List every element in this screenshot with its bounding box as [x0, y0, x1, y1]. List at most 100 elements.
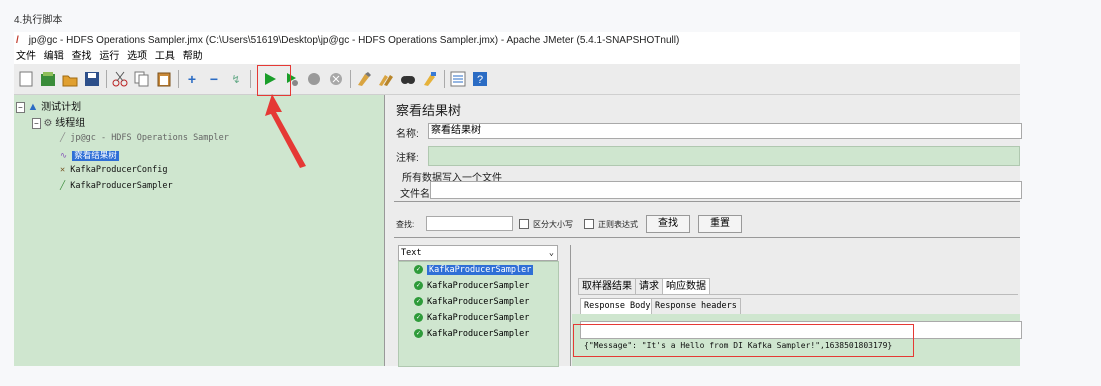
- collapse-toggle-icon[interactable]: −: [16, 102, 25, 113]
- paste-icon[interactable]: [154, 69, 174, 89]
- name-label: 名称:: [396, 129, 419, 140]
- menu-search[interactable]: 查找: [72, 51, 92, 62]
- toolbar-separator: [444, 70, 445, 88]
- save-icon[interactable]: [82, 69, 102, 89]
- toolbar-separator: [106, 70, 107, 88]
- clear-icon[interactable]: [354, 69, 374, 89]
- search-input[interactable]: [426, 216, 513, 231]
- splitter-divider[interactable]: [394, 201, 1020, 202]
- tree-node-kafka-config[interactable]: ✕ KafkaProducerConfig: [60, 165, 167, 175]
- window-title: jp@gc - HDFS Operations Sampler.jmx (C:\…: [28, 35, 680, 46]
- menu-run[interactable]: 运行: [99, 51, 119, 62]
- sampler-pen-icon: ╱: [60, 133, 66, 143]
- find-button[interactable]: 查找: [646, 215, 690, 233]
- reset-button[interactable]: 重置: [698, 215, 742, 233]
- listener-chart-icon: ∿: [60, 151, 68, 161]
- shutdown-icon[interactable]: [326, 69, 346, 89]
- tree-node-thread-group[interactable]: − ⚙ 线程组: [32, 114, 85, 129]
- result-item[interactable]: ✓ KafkaProducerSampler: [414, 297, 529, 307]
- comment-label: 注释:: [396, 153, 419, 164]
- name-field[interactable]: 察看结果树: [428, 123, 1022, 139]
- renderer-select[interactable]: Text ⌄: [398, 245, 558, 261]
- search-label: 查找:: [396, 220, 415, 229]
- jmeter-window: / jp@gc - HDFS Operations Sampler.jmx (C…: [14, 32, 1022, 367]
- tree-label: KafkaProducerSampler: [70, 181, 173, 191]
- stop-icon[interactable]: [304, 69, 324, 89]
- collapse-icon[interactable]: −: [204, 69, 224, 89]
- result-item[interactable]: ✓ KafkaProducerSampler: [414, 329, 529, 339]
- title-bar: / jp@gc - HDFS Operations Sampler.jmx (C…: [14, 32, 1020, 50]
- tree-node-test-plan[interactable]: − ▲ 测试计划: [16, 98, 81, 113]
- step-caption: 4.执行脚本: [14, 15, 63, 26]
- response-subtabs: Response Body Response headers: [580, 298, 880, 314]
- success-check-icon: ✓: [414, 313, 423, 322]
- gear-icon: ⚙: [43, 118, 53, 129]
- reset-search-icon[interactable]: [420, 69, 440, 89]
- start-highlight-box: [257, 65, 291, 96]
- response-highlight-box: [573, 324, 914, 357]
- case-sensitive-checkbox[interactable]: [519, 219, 529, 229]
- svg-text:?: ?: [477, 74, 483, 86]
- menu-tools[interactable]: 工具: [155, 51, 175, 62]
- tree-node-hdfs-sampler[interactable]: ╱ jp@gc - HDFS Operations Sampler: [60, 133, 229, 143]
- menu-options[interactable]: 选项: [127, 51, 147, 62]
- result-item[interactable]: ✓ KafkaProducerSampler: [414, 313, 529, 323]
- tree-label: jp@gc - HDFS Operations Sampler: [70, 133, 229, 143]
- result-item[interactable]: ✓ KafkaProducerSampler: [414, 281, 529, 291]
- menu-file[interactable]: 文件: [16, 51, 36, 62]
- subtab-response-body[interactable]: Response Body: [580, 298, 655, 314]
- chevron-down-icon: ⌄: [548, 248, 554, 258]
- test-plan-tree: − ▲ 测试计划 − ⚙ 线程组 ╱ jp@gc - HDFS Operatio…: [14, 95, 385, 366]
- result-item[interactable]: ✓ KafkaProducerSampler: [414, 265, 534, 275]
- menu-help[interactable]: 帮助: [183, 51, 203, 62]
- filename-input[interactable]: [430, 181, 1022, 199]
- open-icon[interactable]: [60, 69, 80, 89]
- tab-divider: [578, 294, 1018, 295]
- menu-edit[interactable]: 编辑: [44, 51, 64, 62]
- filename-label: 文件名: [400, 189, 430, 200]
- renderer-select-value: Text: [401, 248, 422, 258]
- result-tabs: 取样器结果 请求 响应数据: [578, 278, 1018, 294]
- tree-label: KafkaProducerConfig: [70, 165, 168, 175]
- tree-label: 测试计划: [41, 102, 82, 113]
- tree-label: 察看结果树: [72, 151, 119, 161]
- tree-node-view-results-tree[interactable]: ∿ 察看结果树: [60, 149, 119, 161]
- search-icon[interactable]: [398, 69, 418, 89]
- result-label: KafkaProducerSampler: [427, 265, 534, 275]
- success-check-icon: ✓: [414, 329, 423, 338]
- panel-title: 察看结果树: [396, 103, 462, 118]
- subtab-response-headers[interactable]: Response headers: [651, 298, 741, 314]
- case-sensitive-label: 区分大小写: [533, 220, 573, 229]
- toolbar-separator: [178, 70, 179, 88]
- regex-checkbox[interactable]: [584, 219, 594, 229]
- result-label: KafkaProducerSampler: [427, 281, 530, 291]
- new-icon[interactable]: [16, 69, 36, 89]
- tab-response-data[interactable]: 响应数据: [662, 278, 710, 294]
- tree-node-kafka-sampler[interactable]: ╱ KafkaProducerSampler: [60, 181, 173, 191]
- tab-request[interactable]: 请求: [635, 278, 663, 294]
- splitter-divider[interactable]: [394, 237, 1020, 238]
- toggle-icon[interactable]: ↯: [226, 69, 246, 89]
- function-helper-icon[interactable]: [448, 69, 468, 89]
- templates-icon[interactable]: [38, 69, 58, 89]
- test-plan-icon: ▲: [27, 101, 39, 113]
- clear-all-icon[interactable]: [376, 69, 396, 89]
- jmeter-feather-icon: /: [16, 35, 19, 46]
- success-check-icon: ✓: [414, 281, 423, 290]
- collapse-toggle-icon[interactable]: −: [32, 118, 41, 129]
- results-tree-panel: 察看结果树 名称: 察看结果树 注释: 所有数据写入一个文件 文件名 查找: 区…: [388, 95, 1022, 367]
- help-icon[interactable]: ?: [470, 69, 490, 89]
- config-tools-icon: ✕: [60, 165, 66, 175]
- copy-icon[interactable]: [132, 69, 152, 89]
- regex-label: 正则表达式: [598, 220, 638, 229]
- comment-field[interactable]: [428, 146, 1020, 166]
- tab-sampler-result[interactable]: 取样器结果: [578, 278, 636, 294]
- menu-bar: 文件 编辑 查找 运行 选项 工具 帮助: [14, 50, 1020, 64]
- result-label: KafkaProducerSampler: [427, 329, 530, 339]
- cut-icon[interactable]: [110, 69, 130, 89]
- success-check-icon: ✓: [414, 297, 423, 306]
- tree-label: 线程组: [55, 118, 86, 129]
- expand-icon[interactable]: +: [182, 69, 202, 89]
- sampler-pen-icon: ╱: [60, 181, 66, 191]
- toolbar-separator: [350, 70, 351, 88]
